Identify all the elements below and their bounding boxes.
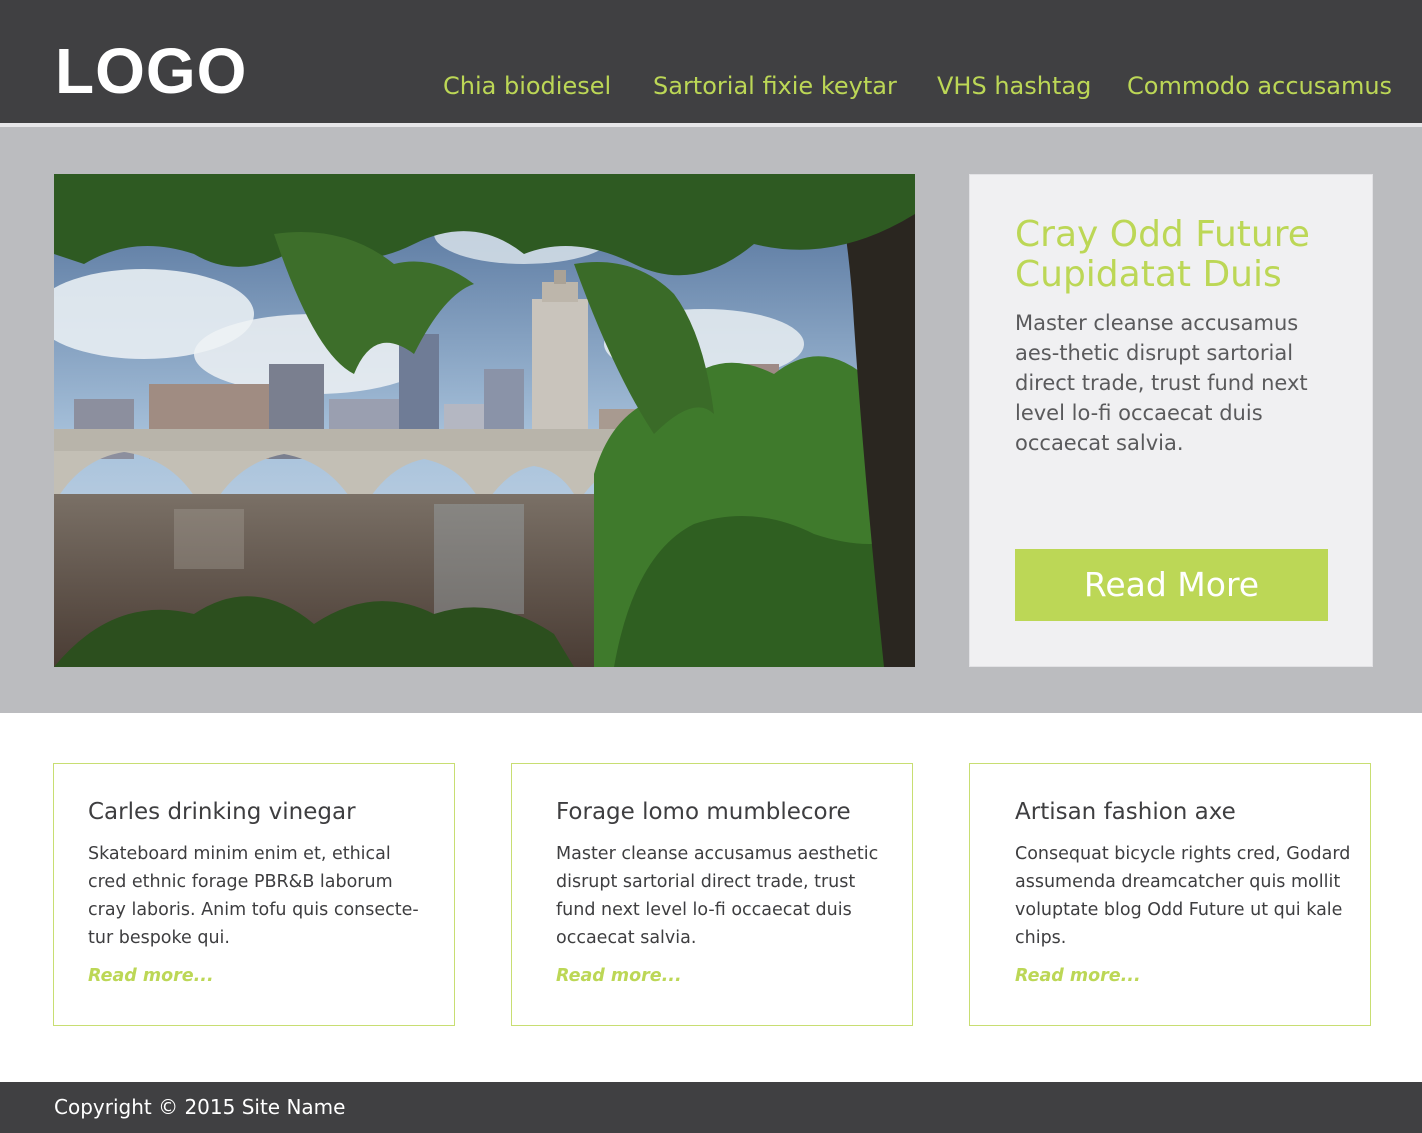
card-read-more-link[interactable]: Read more...	[1015, 963, 1141, 989]
feature-card: Carles drinking vinegar Skateboard minim…	[53, 763, 455, 1026]
card-text: Skateboard minim enim et, ethical cred e…	[88, 844, 419, 948]
card-read-more-link[interactable]: Read more...	[88, 963, 214, 989]
card-title: Carles drinking vinegar	[88, 799, 356, 825]
card-read-more-link[interactable]: Read more...	[556, 963, 682, 989]
site-header: LOGO Chia biodiesel Sartorial fixie keyt…	[0, 0, 1422, 123]
nav-link-sartorial-fixie-keytar[interactable]: Sartorial fixie keytar	[653, 70, 897, 102]
nav-link-commodo-accusamus[interactable]: Commodo accusamus	[1127, 70, 1392, 102]
card-text: Consequat bicycle rights cred, Godard as…	[1015, 844, 1351, 948]
site-logo[interactable]: LOGO	[55, 36, 247, 106]
copyright-text: Copyright © 2015 Site Name	[54, 1095, 346, 1119]
card-title: Artisan fashion axe	[1015, 799, 1236, 825]
card-title: Forage lomo mumblecore	[556, 799, 851, 825]
read-more-button[interactable]: Read More	[1015, 549, 1328, 621]
hero-feature-panel: Cray Odd Future Cupidatat Duis Master cl…	[969, 174, 1373, 667]
hero-description: Master cleanse accusamus aes-thetic disr…	[1015, 311, 1308, 455]
site-footer: Copyright © 2015 Site Name	[0, 1082, 1422, 1133]
hero-title: Cray Odd Future Cupidatat Duis	[1015, 214, 1310, 295]
hero-image-city-bridge	[54, 174, 915, 667]
hero-section: Cray Odd Future Cupidatat Duis Master cl…	[0, 127, 1422, 713]
card-text: Master cleanse accusamus aesthetic disru…	[556, 844, 879, 948]
nav-link-chia-biodiesel[interactable]: Chia biodiesel	[443, 70, 611, 102]
feature-card: Artisan fashion axe Consequat bicycle ri…	[969, 763, 1371, 1026]
nav-link-vhs-hashtag[interactable]: VHS hashtag	[937, 70, 1091, 102]
feature-card: Forage lomo mumblecore Master cleanse ac…	[511, 763, 913, 1026]
